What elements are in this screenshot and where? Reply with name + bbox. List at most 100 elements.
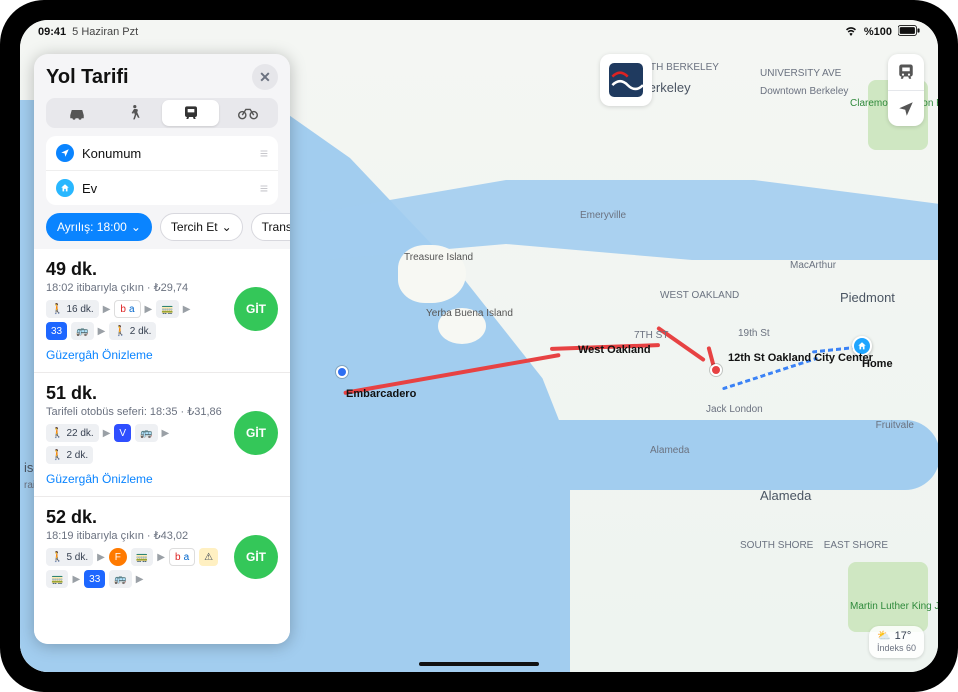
status-bar: 09:41 5 Haziran Pzt %100 — [20, 20, 938, 42]
transit-brand-badge[interactable] — [600, 54, 652, 106]
map-label: Emeryville — [580, 210, 626, 221]
weather-index: İndeks 60 — [877, 643, 916, 654]
mode-walk[interactable] — [105, 100, 162, 126]
depart-time-button[interactable]: Ayrılış: 18:00 ⌄ — [46, 213, 152, 241]
pin-start[interactable] — [336, 366, 348, 378]
bus-icon-step: 🚌 — [135, 424, 157, 442]
map-label: Treasure Island — [404, 252, 473, 263]
locate-me-button[interactable] — [888, 90, 924, 126]
from-label: Konumum — [82, 146, 141, 161]
walk-step: 🚶16 dk. — [46, 300, 99, 318]
bus-step: 33 — [84, 570, 105, 588]
mode-drive[interactable] — [48, 100, 105, 126]
options-row: Ayrılış: 18:00 ⌄ Tercih Et ⌄ Transit Ca — [46, 213, 290, 241]
walk-step: 🚶2 dk. — [46, 446, 93, 464]
map-label: Piedmont — [840, 290, 895, 305]
from-location-row[interactable]: Konumum ≡ — [46, 136, 278, 170]
arrow-icon: ▶ — [98, 326, 106, 337]
chevron-down-icon: ⌄ — [222, 220, 232, 234]
go-button[interactable]: GİT — [234, 535, 278, 579]
map-label: Alameda — [650, 445, 689, 456]
bus-step: V — [114, 424, 131, 442]
tram-step: 🚃 — [156, 300, 178, 318]
map-label: Martin Luther King Jr. Regio… — [850, 601, 920, 612]
map-label-embarcadero: Embarcadero — [346, 388, 416, 400]
arrow-icon: ▶ — [103, 428, 111, 439]
map-label: 12th St Oakland City Center — [728, 352, 828, 364]
route-duration: 51 dk. — [46, 383, 278, 404]
arrow-icon: ▶ — [72, 574, 80, 585]
walk-step: 🚶22 dk. — [46, 424, 99, 442]
walk-step: 🚶5 dk. — [46, 548, 93, 566]
route-option[interactable]: 51 dk. Tarifeli otobüs seferi: 18:35 · ₺… — [34, 373, 290, 497]
bus-icon-step: 🚌 — [109, 570, 131, 588]
weather-chip[interactable]: ⛅ 17° İndeks 60 — [869, 626, 924, 658]
map-label: SOUTH SHORE — [740, 540, 813, 551]
route-option[interactable]: 49 dk. 18:02 itibarıyla çıkın · ₺29,74 🚶… — [34, 249, 290, 373]
depart-label: Ayrılış: 18:00 — [57, 220, 127, 234]
close-icon: ✕ — [259, 69, 271, 86]
date: 5 Haziran Pzt — [72, 26, 138, 38]
map-label: EAST SHORE — [824, 540, 888, 551]
prefer-label: Tercih Et — [171, 220, 218, 234]
reorder-handle-icon[interactable]: ≡ — [260, 145, 268, 161]
route-preview-link[interactable]: Güzergâh Önizleme — [46, 472, 278, 486]
home-indicator[interactable] — [419, 662, 539, 666]
map-label: Alameda — [760, 488, 811, 503]
route-duration: 49 dk. — [46, 259, 278, 280]
arrow-icon: ▶ — [157, 552, 165, 563]
map-label-westoak: West Oakland — [578, 344, 651, 356]
go-button[interactable]: GİT — [234, 411, 278, 455]
bart-step: ba — [169, 548, 195, 566]
map-label: Downtown Berkeley — [760, 86, 848, 97]
map-label: Yerba Buena Island — [426, 308, 513, 319]
bus-step: 33 — [46, 322, 67, 340]
arrow-icon: ▶ — [97, 552, 105, 563]
directions-panel: Yol Tarifi ✕ — [34, 54, 290, 644]
line-f-step: F — [109, 548, 127, 566]
map-label: Fruitvale — [876, 420, 914, 431]
tram-step: 🚃 — [131, 548, 153, 566]
clock: 09:41 — [38, 26, 66, 38]
route-preview-link[interactable]: Güzergâh Önizleme — [46, 348, 278, 362]
arrow-icon: ▶ — [103, 304, 111, 315]
battery-icon — [898, 25, 920, 39]
map-label-home: Home — [862, 358, 893, 370]
map-label: UNIVERSITY AVE — [760, 68, 841, 79]
panel-title: Yol Tarifi — [46, 66, 129, 89]
wifi-icon — [844, 26, 858, 39]
map-label: 19th St — [738, 328, 770, 339]
location-rows: Konumum ≡ Ev ≡ — [46, 136, 278, 205]
prefer-button[interactable]: Tercih Et ⌄ — [160, 213, 243, 241]
arrow-icon: ▶ — [162, 428, 170, 439]
to-location-row[interactable]: Ev ≡ — [46, 170, 278, 205]
transit-card-button[interactable]: Transit Ca — [251, 213, 290, 241]
close-button[interactable]: ✕ — [252, 64, 278, 90]
mode-transit[interactable] — [162, 100, 219, 126]
map-label: WEST OAKLAND — [660, 290, 739, 301]
map-controls — [888, 54, 924, 126]
pin-transfer[interactable] — [710, 364, 722, 376]
transit-layer-button[interactable] — [888, 54, 924, 90]
arrow-icon: ▶ — [145, 304, 153, 315]
home-icon — [56, 179, 74, 197]
transport-mode-segmented — [46, 98, 278, 128]
weather-icon: ⛅ — [877, 630, 891, 643]
chevron-down-icon: ⌄ — [131, 220, 141, 234]
bus-icon-step: 🚌 — [71, 322, 93, 340]
go-button[interactable]: GİT — [234, 287, 278, 331]
arrow-icon: ▶ — [136, 574, 144, 585]
bart-step: ba — [114, 300, 140, 318]
current-location-icon — [56, 144, 74, 162]
map-label: 7TH ST — [634, 330, 668, 341]
route-option[interactable]: 52 dk. 18:19 itibarıyla çıkın · ₺43,02 🚶… — [34, 497, 290, 598]
transit-card-label: Transit Ca — [262, 220, 290, 234]
reorder-handle-icon[interactable]: ≡ — [260, 180, 268, 196]
map-label: MacArthur — [790, 260, 836, 271]
battery-text: %100 — [864, 26, 892, 38]
mode-cycle[interactable] — [219, 100, 276, 126]
arrow-icon: ▶ — [183, 304, 191, 315]
to-label: Ev — [82, 181, 97, 196]
alert-step: ⚠ — [199, 548, 218, 566]
route-duration: 52 dk. — [46, 507, 278, 528]
